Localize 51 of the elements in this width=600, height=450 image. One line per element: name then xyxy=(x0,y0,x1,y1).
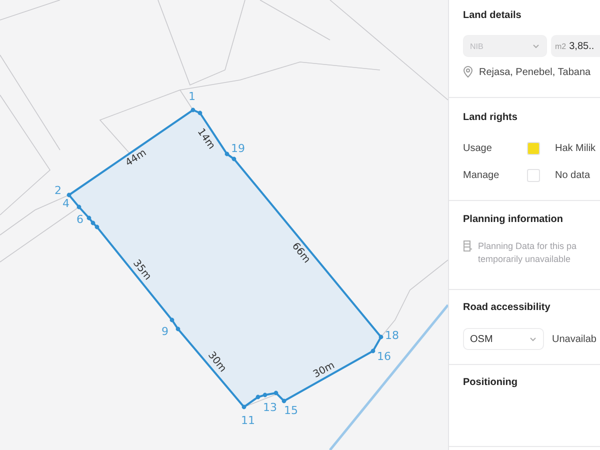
vertex-label: 19 xyxy=(231,142,245,155)
row-label: Manage xyxy=(463,170,500,181)
road-source-select[interactable]: OSM xyxy=(463,328,544,350)
chevron-icon xyxy=(532,42,540,50)
section-title: Land rights xyxy=(463,112,518,123)
section-title: Land details xyxy=(463,10,522,21)
area-field[interactable]: m2 3,85.. xyxy=(551,35,600,57)
parcel-boundary-line xyxy=(0,0,60,20)
vertex-marker[interactable] xyxy=(176,326,180,332)
vertex-marker[interactable] xyxy=(232,156,236,162)
vertex-marker[interactable] xyxy=(242,404,246,410)
vertex-marker[interactable] xyxy=(76,204,82,210)
planning-message: Planning Data for this pa xyxy=(478,240,577,253)
vertex-marker[interactable] xyxy=(198,110,202,116)
vertex-label: 6 xyxy=(76,213,84,226)
vertex-marker[interactable] xyxy=(94,224,100,230)
row-value: No data xyxy=(555,170,590,181)
section-title: Road accessibility xyxy=(463,302,552,313)
vertex-label: 9 xyxy=(162,325,168,338)
vertex-marker[interactable] xyxy=(190,108,196,112)
edge-length-label: 30m xyxy=(312,360,337,380)
vertex-marker[interactable] xyxy=(224,152,230,156)
vertex-label: 2 xyxy=(54,184,62,197)
vertex-marker[interactable] xyxy=(282,398,286,404)
location-pin-icon xyxy=(463,66,473,78)
planning-message: temporarily unavailable xyxy=(478,253,572,266)
section-title: Positioning xyxy=(463,377,518,388)
road-status: Unavailab xyxy=(552,334,596,344)
vertex-marker[interactable] xyxy=(262,392,268,398)
vertex-label: 15 xyxy=(284,404,298,417)
vertex-marker[interactable] xyxy=(370,348,376,354)
section-title: Planning information xyxy=(463,214,564,225)
vertex-marker[interactable] xyxy=(90,220,96,226)
row-value: Hak Milik xyxy=(555,143,596,154)
edge-length-label: 44m xyxy=(124,147,149,169)
vertex-marker[interactable] xyxy=(274,390,278,396)
location-text: Rejasa, Penebel, Tabana xyxy=(479,66,591,78)
vertex-marker[interactable] xyxy=(66,192,72,198)
vertex-marker[interactable] xyxy=(378,334,384,340)
row-label: Usage xyxy=(463,143,493,154)
vertex-marker[interactable] xyxy=(86,216,92,220)
vertex-marker[interactable] xyxy=(170,318,174,322)
vertex-label: 1 xyxy=(188,90,196,103)
vertex-label: 4 xyxy=(62,197,70,210)
vertex-label: 18 xyxy=(385,329,399,342)
chevron-icon xyxy=(529,335,537,343)
vertex-label: 16 xyxy=(377,350,391,363)
vertex-label: 11 xyxy=(241,414,255,427)
building-icon xyxy=(463,240,472,252)
vertex-marker[interactable] xyxy=(256,394,260,400)
vertex-label: 13 xyxy=(263,401,277,414)
